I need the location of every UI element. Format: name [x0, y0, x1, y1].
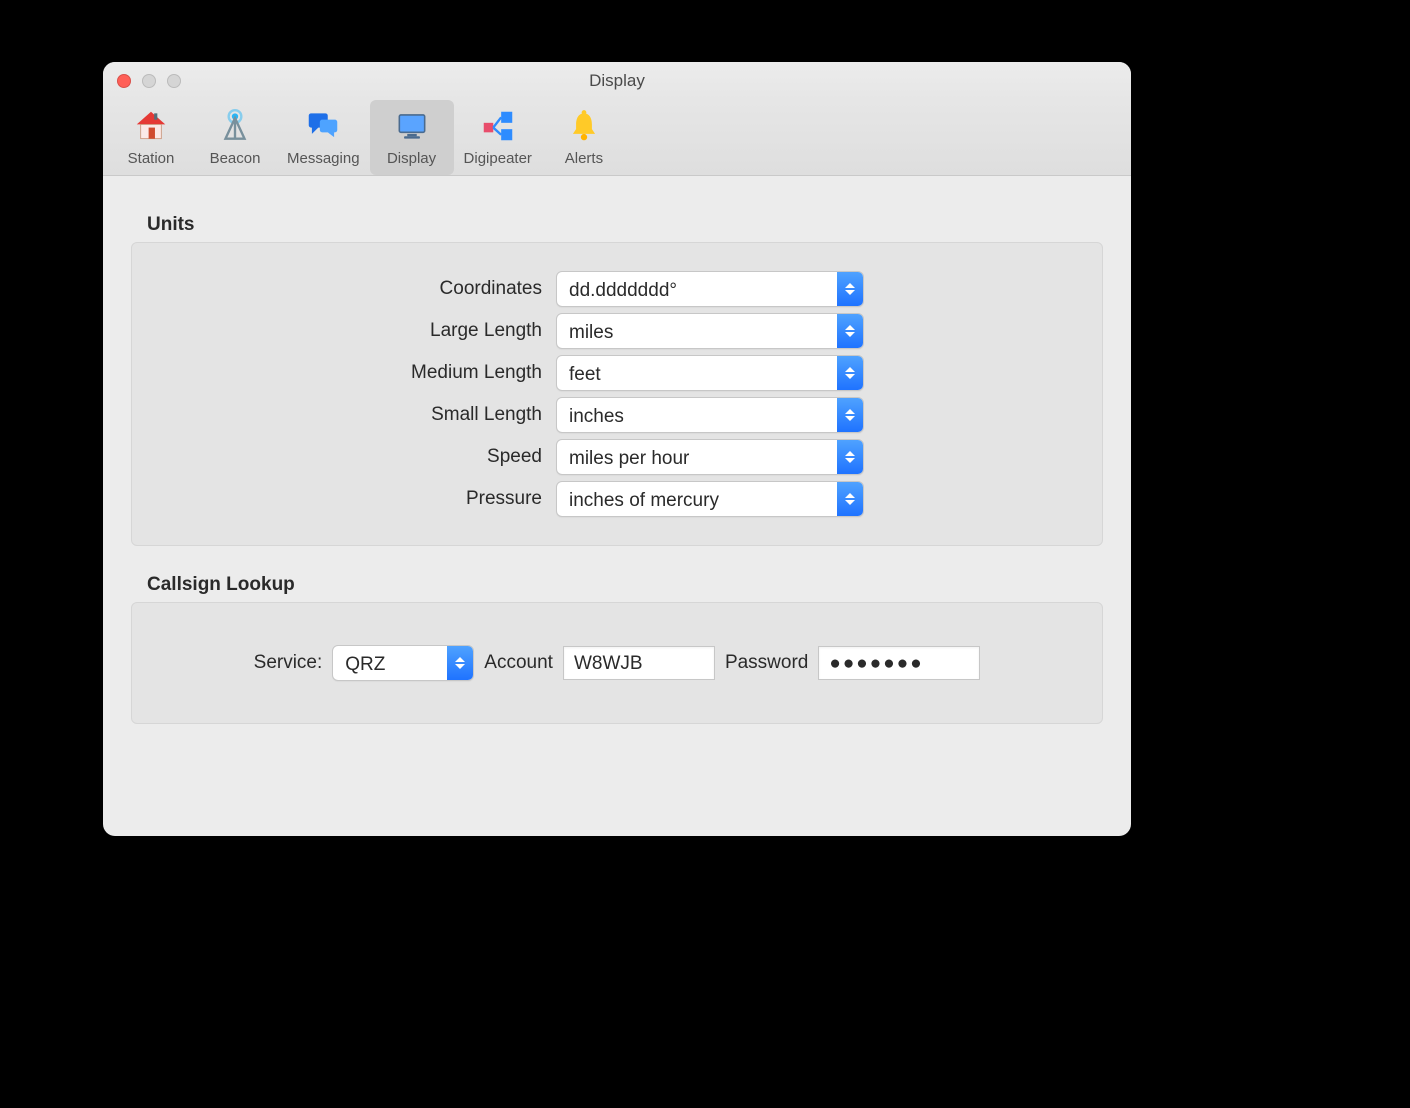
toolbar-label: Station — [128, 150, 175, 167]
toolbar-item-digipeater[interactable]: Digipeater — [454, 100, 542, 175]
network-icon — [478, 106, 518, 146]
select-medium-length[interactable]: feet — [556, 355, 864, 391]
stepper-arrows-icon — [837, 314, 863, 348]
select-speed[interactable]: miles per hour — [556, 439, 864, 475]
stepper-arrows-icon — [837, 356, 863, 390]
select-value: miles per hour — [557, 440, 837, 474]
label-small-length: Small Length — [162, 404, 542, 426]
label-medium-length: Medium Length — [162, 362, 542, 384]
house-icon — [131, 106, 171, 146]
row-coordinates: Coordinates dd.ddddddd° — [162, 271, 1072, 307]
antenna-icon — [215, 106, 255, 146]
input-password[interactable]: ●●●●●●● — [818, 646, 980, 680]
select-large-length[interactable]: miles — [556, 313, 864, 349]
select-value: feet — [557, 356, 837, 390]
select-pressure[interactable]: inches of mercury — [556, 481, 864, 517]
window-title: Display — [103, 71, 1131, 91]
lookup-panel: Service: QRZ Account W8WJB Password ●●●●… — [131, 602, 1103, 724]
label-large-length: Large Length — [162, 320, 542, 342]
toolbar-label: Beacon — [210, 150, 261, 167]
content-area: Units Coordinates dd.ddddddd° Large Leng… — [103, 176, 1131, 836]
toolbar-label: Digipeater — [464, 150, 532, 167]
stepper-arrows-icon — [837, 482, 863, 516]
zoom-window-button[interactable] — [167, 74, 181, 88]
label-coordinates: Coordinates — [162, 278, 542, 300]
label-account: Account — [484, 652, 553, 674]
label-service: Service: — [254, 652, 323, 674]
chat-icon — [303, 106, 343, 146]
section-title-lookup: Callsign Lookup — [147, 574, 1103, 596]
close-window-button[interactable] — [117, 74, 131, 88]
select-value: inches — [557, 398, 837, 432]
toolbar-item-station[interactable]: Station — [109, 100, 193, 175]
row-pressure: Pressure inches of mercury — [162, 481, 1072, 517]
input-value: ●●●●●●● — [829, 653, 923, 675]
select-service[interactable]: QRZ — [332, 645, 474, 681]
select-coordinates[interactable]: dd.ddddddd° — [556, 271, 864, 307]
toolbar-item-alerts[interactable]: Alerts — [542, 100, 626, 175]
toolbar-label: Display — [387, 150, 436, 167]
section-title-units: Units — [147, 214, 1103, 236]
bell-icon — [564, 106, 604, 146]
select-value: QRZ — [333, 646, 447, 680]
preferences-window: Display Station — [103, 62, 1131, 836]
monitor-icon — [392, 106, 432, 146]
label-pressure: Pressure — [162, 488, 542, 510]
lookup-row: Service: QRZ Account W8WJB Password ●●●●… — [162, 625, 1072, 701]
preferences-toolbar: Station Beacon — [103, 100, 1131, 176]
select-small-length[interactable]: inches — [556, 397, 864, 433]
label-password: Password — [725, 652, 808, 674]
window-controls — [117, 74, 181, 88]
stepper-arrows-icon — [837, 272, 863, 306]
select-value: inches of mercury — [557, 482, 837, 516]
stepper-arrows-icon — [447, 646, 473, 680]
input-value: W8WJB — [574, 653, 643, 675]
input-account[interactable]: W8WJB — [563, 646, 715, 680]
label-speed: Speed — [162, 446, 542, 468]
units-panel: Coordinates dd.ddddddd° Large Length mil… — [131, 242, 1103, 546]
select-value: dd.ddddddd° — [557, 272, 837, 306]
toolbar-label: Messaging — [287, 150, 360, 167]
toolbar-item-messaging[interactable]: Messaging — [277, 100, 370, 175]
toolbar-item-display[interactable]: Display — [370, 100, 454, 175]
stepper-arrows-icon — [837, 440, 863, 474]
row-large-length: Large Length miles — [162, 313, 1072, 349]
toolbar-item-beacon[interactable]: Beacon — [193, 100, 277, 175]
minimize-window-button[interactable] — [142, 74, 156, 88]
row-medium-length: Medium Length feet — [162, 355, 1072, 391]
toolbar-label: Alerts — [565, 150, 603, 167]
stepper-arrows-icon — [837, 398, 863, 432]
select-value: miles — [557, 314, 837, 348]
row-speed: Speed miles per hour — [162, 439, 1072, 475]
titlebar: Display — [103, 62, 1131, 100]
row-small-length: Small Length inches — [162, 397, 1072, 433]
